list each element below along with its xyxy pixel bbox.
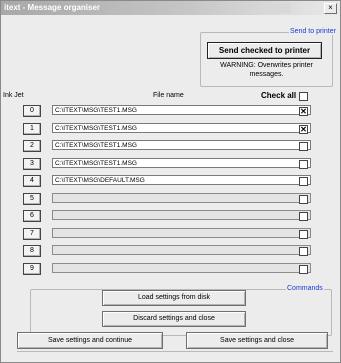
row-checkbox-0[interactable]: ✕ — [299, 107, 308, 116]
file-name-field-4[interactable]: C:\ITEXT\MSG\DEFAULT.MSG — [52, 175, 311, 185]
file-name-field-6[interactable] — [52, 210, 311, 220]
file-name-field-0[interactable]: C:\ITEXT\MSG\TEST1.MSG — [52, 105, 311, 115]
row-checkbox-8[interactable] — [299, 247, 308, 256]
ink-jet-number-1: 1 — [23, 123, 41, 135]
ink-jet-header: Ink Jet — [3, 92, 24, 99]
close-button[interactable]: × — [324, 3, 337, 14]
ink-jet-number-0: 0 — [23, 105, 41, 117]
send-group-label: Send to printer — [289, 28, 337, 35]
ink-jet-number-4: 4 — [23, 175, 41, 187]
check-all-checkbox[interactable] — [299, 92, 308, 101]
file-name-field-5[interactable] — [52, 193, 311, 203]
ink-jet-number-9: 9 — [23, 263, 41, 275]
title-bar[interactable]: itext - Message organiser × — [1, 1, 340, 15]
row-checkbox-6[interactable] — [299, 212, 308, 221]
overwrite-warning: WARNING: Overwrites printer messages. — [202, 61, 331, 79]
check-all-label: Check all — [261, 91, 297, 100]
warning-line-2: messages. — [249, 71, 284, 78]
ink-jet-number-7: 7 — [23, 228, 41, 240]
ink-jet-number-5: 5 — [23, 193, 41, 205]
row-checkbox-3[interactable] — [299, 160, 308, 169]
message-organiser-window: itext - Message organiser × Send to prin… — [0, 0, 341, 363]
ink-jet-number-2: 2 — [23, 140, 41, 152]
row-checkbox-9[interactable] — [299, 265, 308, 274]
bottom-separator — [17, 347, 333, 352]
load-settings-button[interactable]: Load settings from disk — [102, 290, 246, 306]
send-checked-to-printer-button[interactable]: Send checked to printer — [207, 42, 322, 59]
file-name-field-2[interactable]: C:\ITEXT\MSG\TEST1.MSG — [52, 140, 311, 150]
window-title: itext - Message organiser — [4, 3, 101, 12]
file-name-field-8[interactable] — [52, 245, 311, 255]
row-checkbox-5[interactable] — [299, 195, 308, 204]
warning-line-1: WARNING: Overwrites printer — [220, 62, 313, 69]
ink-jet-number-6: 6 — [23, 210, 41, 222]
file-name-field-1[interactable]: C:\ITEXT\MSG\TEST1.MSG — [52, 123, 311, 133]
row-checkbox-4[interactable] — [299, 177, 308, 186]
row-checkbox-2[interactable] — [299, 142, 308, 151]
title-bar-spacer — [263, 3, 291, 13]
ink-jet-number-3: 3 — [23, 158, 41, 170]
commands-group-label: Commands — [286, 285, 324, 292]
row-checkbox-1[interactable]: ✕ — [299, 125, 308, 134]
file-name-field-3[interactable]: C:\ITEXT\MSG\TEST1.MSG — [52, 158, 311, 168]
ink-jet-number-8: 8 — [23, 245, 41, 257]
file-name-field-7[interactable] — [52, 228, 311, 238]
file-name-header: File name — [153, 92, 184, 99]
discard-settings-button[interactable]: Discard settings and close — [102, 311, 246, 327]
row-checkbox-7[interactable] — [299, 230, 308, 239]
file-name-field-9[interactable] — [52, 263, 311, 273]
